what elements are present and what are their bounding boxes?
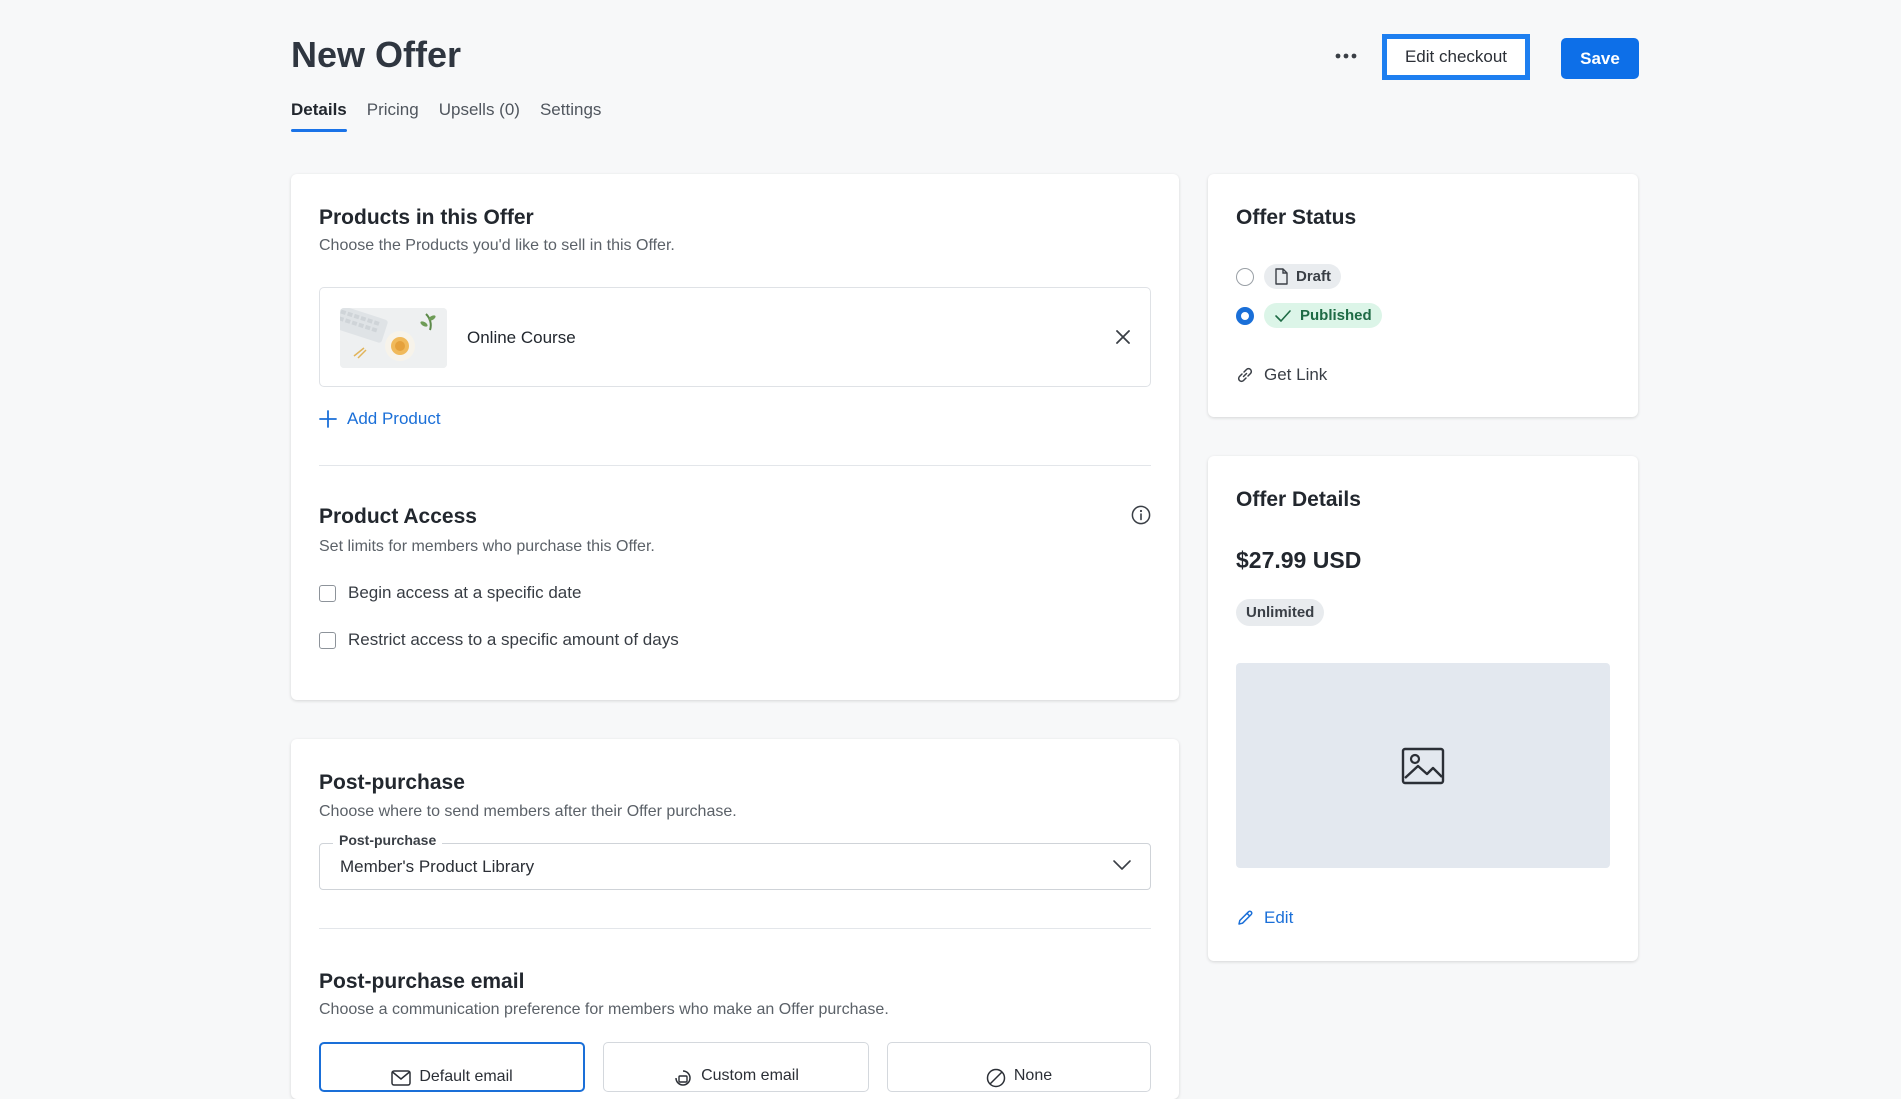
more-horizontal-icon <box>1335 53 1357 59</box>
offer-details-card: Offer Details $27.99 USD Unlimited Edit <box>1208 456 1638 961</box>
page-title: New Offer <box>291 34 462 75</box>
email-section-title: Post-purchase email <box>319 970 525 993</box>
block-icon <box>986 1068 1006 1088</box>
access-section-subtitle: Set limits for members who purchase this… <box>319 538 655 555</box>
offer-details-title: Offer Details <box>1236 488 1361 511</box>
more-options-button[interactable] <box>1328 44 1364 68</box>
post-purchase-title: Post-purchase <box>319 771 465 794</box>
products-section-subtitle: Choose the Products you'd like to sell i… <box>319 237 675 254</box>
get-link-label: Get Link <box>1264 365 1328 384</box>
add-product-label: Add Product <box>347 409 441 428</box>
section-divider <box>319 465 1151 466</box>
products-card: Products in this Offer Choose the Produc… <box>291 174 1179 700</box>
tab-settings[interactable]: Settings <box>540 100 601 132</box>
begin-date-checkbox[interactable] <box>319 584 336 602</box>
edit-checkout-button[interactable]: Edit checkout <box>1382 34 1530 80</box>
edit-label: Edit <box>1264 908 1294 927</box>
post-purchase-select-label: Post-purchase <box>333 832 443 848</box>
status-option-published: Published <box>1236 303 1382 328</box>
product-thumbnail <box>340 308 447 368</box>
tab-upsells[interactable]: Upsells (0) <box>439 100 520 132</box>
restrict-days-checkbox[interactable] <box>319 631 336 649</box>
draft-radio[interactable] <box>1236 267 1254 286</box>
product-name: Online Course <box>467 328 576 347</box>
access-section-title: Product Access <box>319 505 477 528</box>
offer-price: $27.99 USD <box>1236 547 1362 573</box>
products-section-title: Products in this Offer <box>319 206 534 229</box>
published-status-badge: Published <box>1264 303 1382 328</box>
section-divider <box>319 928 1151 929</box>
tab-bar: Details Pricing Upsells (0) Settings <box>291 100 601 132</box>
email-option-custom-label: Custom email <box>701 1067 799 1084</box>
restrict-days-label: Restrict access to a specific amount of … <box>348 630 679 649</box>
tab-pricing[interactable]: Pricing <box>367 100 419 132</box>
save-button[interactable]: Save <box>1561 38 1639 79</box>
chevron-down-icon <box>1113 860 1131 870</box>
image-icon <box>1401 747 1445 784</box>
edit-offer-details-button[interactable]: Edit <box>1236 908 1293 928</box>
access-option-restrict-days: Restrict access to a specific amount of … <box>319 630 679 650</box>
draft-label: Draft <box>1296 268 1332 285</box>
offer-status-card: Offer Status Draft Published Get Link <box>1208 174 1638 417</box>
link-icon <box>1237 367 1253 383</box>
email-option-none-label: None <box>1013 1067 1053 1084</box>
info-button[interactable] <box>1131 505 1151 525</box>
offer-status-title: Offer Status <box>1236 206 1357 229</box>
post-purchase-select-value: Member's Product Library <box>340 857 535 876</box>
info-icon <box>1131 505 1151 525</box>
email-option-default[interactable]: Default email <box>319 1042 585 1092</box>
post-purchase-select[interactable]: Member's Product Library <box>319 843 1151 890</box>
begin-date-label: Begin access at a specific date <box>348 583 582 602</box>
status-option-draft: Draft <box>1236 264 1342 289</box>
offer-image-placeholder[interactable] <box>1236 663 1610 868</box>
close-icon <box>1116 330 1130 344</box>
access-duration-badge: Unlimited <box>1236 599 1325 626</box>
document-icon <box>1275 268 1288 285</box>
product-thumbnail-image <box>340 308 447 368</box>
add-product-button[interactable]: Add Product <box>319 409 441 429</box>
custom-email-icon <box>675 1070 691 1086</box>
check-icon <box>1275 309 1291 322</box>
draft-status-badge: Draft <box>1264 264 1342 289</box>
published-radio[interactable] <box>1236 306 1254 325</box>
mail-icon <box>391 1070 412 1086</box>
tab-details[interactable]: Details <box>291 100 347 132</box>
email-option-none[interactable]: None <box>887 1042 1151 1092</box>
plus-icon <box>319 410 337 428</box>
pencil-icon <box>1238 910 1253 925</box>
access-option-begin-date: Begin access at a specific date <box>319 583 581 603</box>
post-purchase-subtitle: Choose where to send members after their… <box>319 803 737 820</box>
product-row: Online Course <box>319 287 1151 387</box>
email-option-default-label: Default email <box>419 1068 513 1085</box>
get-link-button[interactable]: Get Link <box>1236 365 1327 385</box>
remove-product-button[interactable] <box>1112 326 1134 348</box>
email-section-subtitle: Choose a communication preference for me… <box>319 1001 889 1018</box>
published-label: Published <box>1300 307 1372 324</box>
email-option-custom[interactable]: Custom email <box>603 1042 869 1092</box>
